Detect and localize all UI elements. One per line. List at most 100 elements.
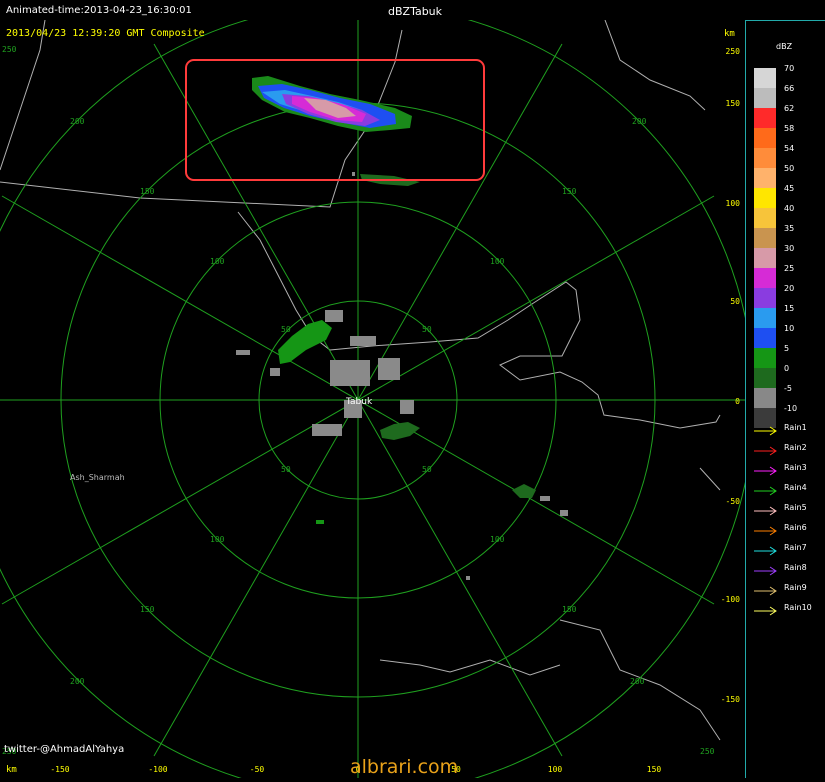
place-label: Ash_Sharmah — [70, 473, 125, 482]
radar-background — [0, 20, 745, 778]
legend-swatch-label: 30 — [784, 244, 795, 253]
rain-legend-item: Rain2 — [754, 442, 825, 456]
clutter-point — [466, 576, 470, 580]
legend-swatch — [754, 168, 776, 188]
arrow-icon — [754, 466, 777, 476]
unit-label-top: km — [724, 29, 735, 39]
clutter-point — [270, 368, 280, 376]
clutter-point — [312, 424, 342, 436]
animated-time-label: Animated-time:2013-04-23_16:30:01 — [6, 5, 192, 16]
radar-display[interactable]: 50 50 50 50 100 100 100 100 150 150 150 … — [0, 3, 755, 782]
ring-label: 250 — [700, 747, 715, 756]
legend-swatch — [754, 288, 776, 308]
legend-swatch — [754, 308, 776, 328]
axis-tick: 100 — [726, 199, 741, 208]
axis-tick: 100 — [548, 765, 563, 774]
arrow-icon — [754, 566, 777, 576]
clutter-point — [352, 172, 355, 176]
arrow-icon — [754, 546, 777, 556]
axis-tick: -150 — [50, 765, 69, 774]
legend-unit-label: dBZ — [776, 42, 793, 51]
axis-tick: -50 — [250, 765, 265, 774]
arrow-icon — [754, 526, 777, 536]
ring-label: 50 — [422, 465, 432, 474]
dbz-legend-panel: dBZ 70 66 62 58 54 50 45 40 35 30 25 20 15 10 5 0 -5 -10 … — [745, 20, 825, 778]
axis-tick: -100 — [148, 765, 167, 774]
axis-tick: -100 — [721, 595, 740, 604]
rain-legend-label: Rain3 — [784, 463, 807, 472]
radar-plot-panel[interactable]: 50 50 50 50 100 100 100 100 150 150 150 … — [0, 3, 755, 782]
legend-swatch — [754, 328, 776, 348]
rain-legend-label: Rain2 — [784, 443, 807, 452]
clutter-point — [378, 358, 400, 380]
clutter-point — [560, 510, 568, 516]
legend-swatch — [754, 68, 776, 88]
clutter-point — [540, 496, 550, 501]
rain-legend-label: Rain10 — [784, 603, 812, 612]
ring-label: 100 — [490, 535, 505, 544]
arrow-icon — [754, 606, 777, 616]
legend-swatch — [754, 88, 776, 108]
legend-swatch — [754, 208, 776, 228]
ring-label: 150 — [562, 187, 577, 196]
credit-label: twitter-@AhmadAlYahya — [4, 744, 124, 755]
arrow-icon — [754, 586, 777, 596]
rain-legend-item: Rain5 — [754, 502, 825, 516]
unit-label-bottom: km — [6, 765, 17, 775]
legend-swatch-label: 35 — [784, 224, 795, 233]
rain-legend-item: Rain7 — [754, 542, 825, 556]
axis-tick: 150 — [647, 765, 662, 774]
ring-label: 100 — [490, 257, 505, 266]
legend-swatch — [754, 248, 776, 268]
ring-label: 100 — [210, 535, 225, 544]
rain-legend-item: Rain4 — [754, 482, 825, 496]
legend-swatch-label: 5 — [784, 344, 790, 353]
arrow-icon — [754, 446, 777, 456]
legend-swatch-label: 50 — [784, 164, 795, 173]
legend-swatch-label: 20 — [784, 284, 795, 293]
rain-legend-label: Rain4 — [784, 483, 807, 492]
arrow-icon — [754, 486, 777, 496]
legend-swatch-label: 0 — [784, 364, 790, 373]
legend-swatch-label: 58 — [784, 124, 795, 133]
rain-legend-label: Rain9 — [784, 583, 807, 592]
rain-legend-item: Rain9 — [754, 582, 825, 596]
legend-swatch — [754, 268, 776, 288]
window-title: dBZTabuk — [388, 5, 443, 18]
rain-legend-label: Rain1 — [784, 423, 807, 432]
axis-tick: -50 — [726, 497, 741, 506]
legend-swatch-label: -5 — [784, 384, 792, 393]
ring-label: 150 — [562, 605, 577, 614]
legend-swatch-label: 70 — [784, 64, 795, 73]
legend-swatch-label: 66 — [784, 84, 795, 93]
legend-swatch-label: 15 — [784, 304, 795, 313]
clutter-point — [350, 336, 376, 346]
legend-swatch-label: 62 — [784, 104, 795, 113]
legend-swatch-label: 40 — [784, 204, 795, 213]
legend-swatch-label: 25 — [784, 264, 795, 273]
axis-tick: 50 — [730, 297, 740, 306]
ring-label: 200 — [630, 677, 645, 686]
ring-label: 200 — [70, 677, 85, 686]
legend-swatch — [754, 188, 776, 208]
rain-legend-item: Rain1 — [754, 422, 825, 436]
clutter-point — [400, 400, 414, 414]
ring-label: 50 — [281, 325, 291, 334]
legend-swatch — [754, 388, 776, 408]
ring-label: 150 — [140, 187, 155, 196]
ring-label: 100 — [210, 257, 225, 266]
legend-swatch-label: -10 — [784, 404, 798, 413]
rain-legend-label: Rain8 — [784, 563, 807, 572]
axis-tick: 150 — [726, 99, 741, 108]
legend-swatch — [754, 108, 776, 128]
ring-label: 50 — [422, 325, 432, 334]
legend-swatch — [754, 368, 776, 388]
clutter-point — [236, 350, 250, 355]
rain-legend-label: Rain6 — [784, 523, 807, 532]
city-label: Tabuk — [345, 397, 373, 407]
arrow-icon — [754, 506, 777, 516]
rain-legend-item: Rain10 — [754, 602, 825, 616]
clutter-point — [325, 310, 343, 322]
watermark-text: albrari.com — [350, 756, 459, 778]
rain-legend-item: Rain8 — [754, 562, 825, 576]
